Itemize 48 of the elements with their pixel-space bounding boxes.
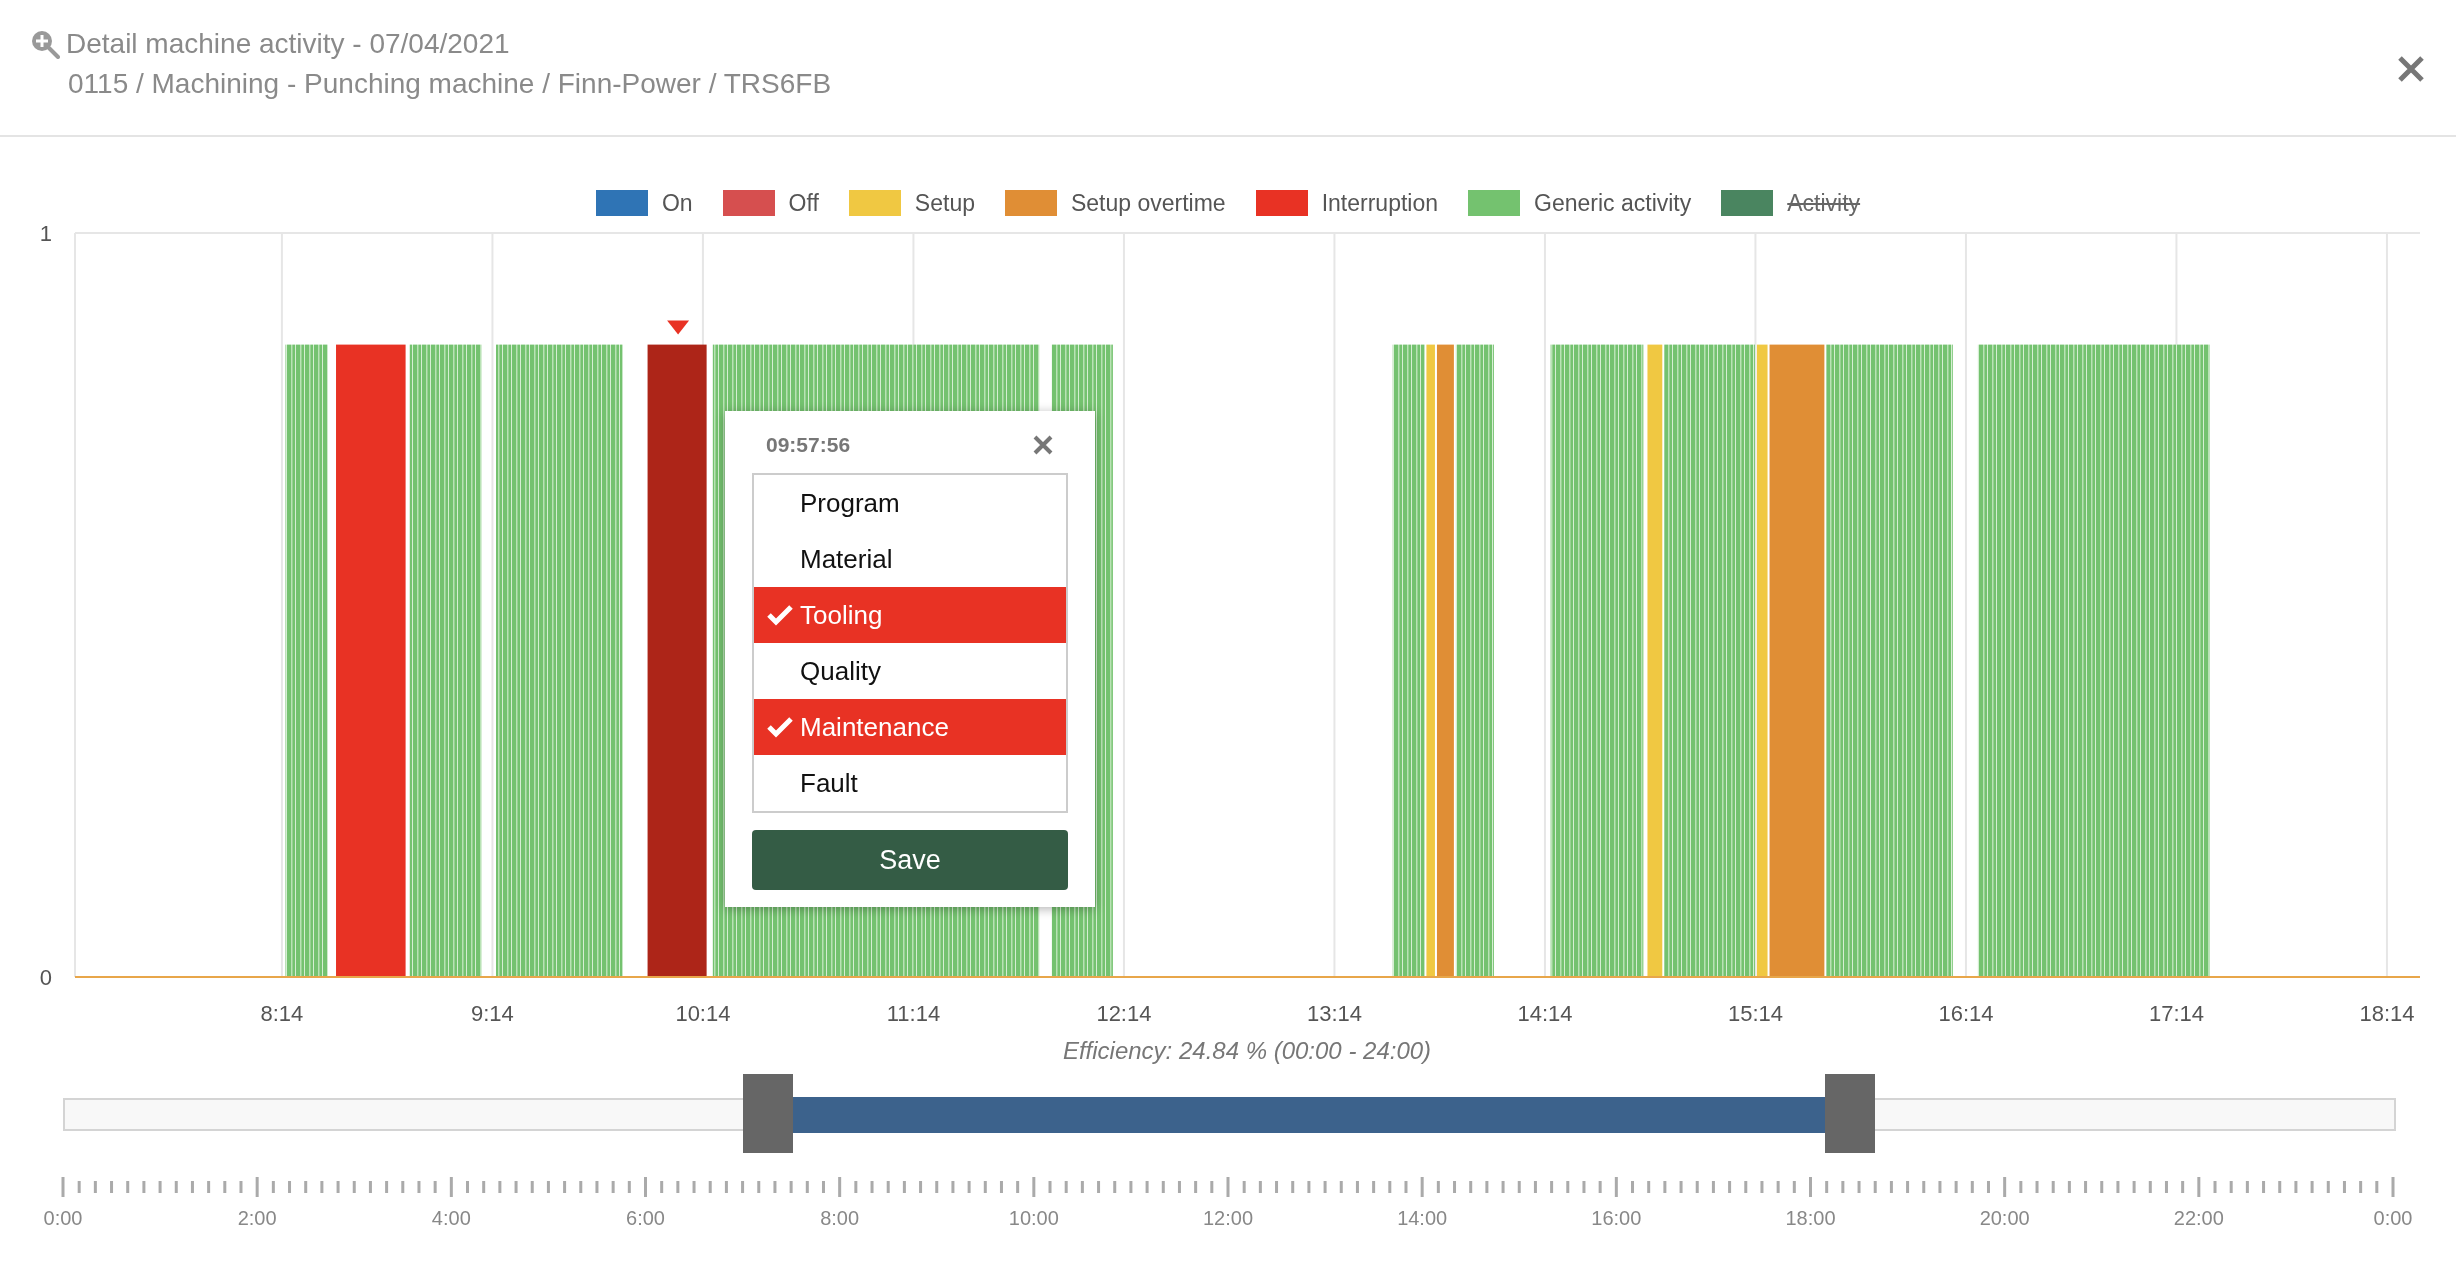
time-axis-label: 2:00: [237, 1207, 277, 1229]
zoom-in-icon: [30, 29, 60, 59]
y-axis-label: 1: [39, 225, 52, 246]
time-axis-label: 10:00: [1008, 1207, 1059, 1229]
efficiency-text: Efficiency: 24.84 % (00:00 - 24:00): [1061, 1037, 1433, 1065]
x-axis-label: 15:14: [1727, 1001, 1783, 1026]
x-axis-label: 17:14: [2148, 1001, 2204, 1026]
x-axis-label: 13:14: [1306, 1001, 1362, 1026]
legend-item[interactable]: Off: [722, 185, 819, 221]
legend-item[interactable]: Setup overtime: [1004, 185, 1226, 221]
close-button[interactable]: [1032, 434, 1054, 456]
time-axis-label: 8:00: [820, 1207, 860, 1229]
legend-item[interactable]: Interruption: [1255, 185, 1439, 221]
x-axis-label: 12:14: [1096, 1001, 1152, 1026]
time-axis-label: 14:00: [1397, 1207, 1448, 1229]
y-axis-label: 0: [39, 965, 52, 990]
x-axis-label: 8:14: [260, 1001, 304, 1026]
time-axis-label: 20:00: [1979, 1207, 2030, 1229]
reason-option[interactable]: Tooling: [754, 587, 1066, 643]
time-axis-label: 16:00: [1591, 1207, 1642, 1229]
time-axis-label: 22:00: [2173, 1207, 2224, 1229]
time-axis-label: 12:00: [1202, 1207, 1254, 1229]
check-icon: [766, 603, 794, 627]
time-axis-label: 0:00: [43, 1207, 83, 1229]
range-handle[interactable]: [1825, 1074, 1876, 1153]
dialog-title: Detail machine activity - 07/04/2021: [66, 28, 510, 60]
range-handle[interactable]: [742, 1074, 793, 1153]
time-axis-label: 4:00: [431, 1207, 471, 1229]
x-axis-label: 10:14: [675, 1001, 731, 1026]
time-axis-label: 0:00: [2373, 1207, 2413, 1229]
x-axis-label: 16:14: [1938, 1001, 1994, 1026]
popup-time: 09:57:56: [766, 433, 851, 457]
legend-item[interactable]: Generic activity: [1468, 185, 1692, 221]
selection-marker-icon: [667, 320, 690, 335]
time-axis-label: 18:00: [1785, 1207, 1836, 1229]
legend-item[interactable]: Setup: [848, 185, 975, 221]
time-axis-label: 6:00: [626, 1207, 665, 1229]
reason-option[interactable]: Maintenance: [754, 699, 1066, 755]
x-axis-label: 9:14: [471, 1001, 514, 1026]
close-button[interactable]: [2396, 54, 2426, 84]
legend-item[interactable]: On: [595, 185, 693, 221]
x-axis-label: 14:14: [1517, 1001, 1573, 1026]
x-axis-label: 18:14: [2359, 1001, 2415, 1026]
x-axis-label: 11:14: [886, 1001, 941, 1026]
legend-item[interactable]: Activity: [1721, 185, 1861, 221]
machine-path: 0115 / Machining - Punching machine / Finn-Power / TRS6FB: [68, 68, 832, 100]
check-icon: [766, 715, 794, 739]
save-button[interactable]: Save: [752, 830, 1068, 890]
